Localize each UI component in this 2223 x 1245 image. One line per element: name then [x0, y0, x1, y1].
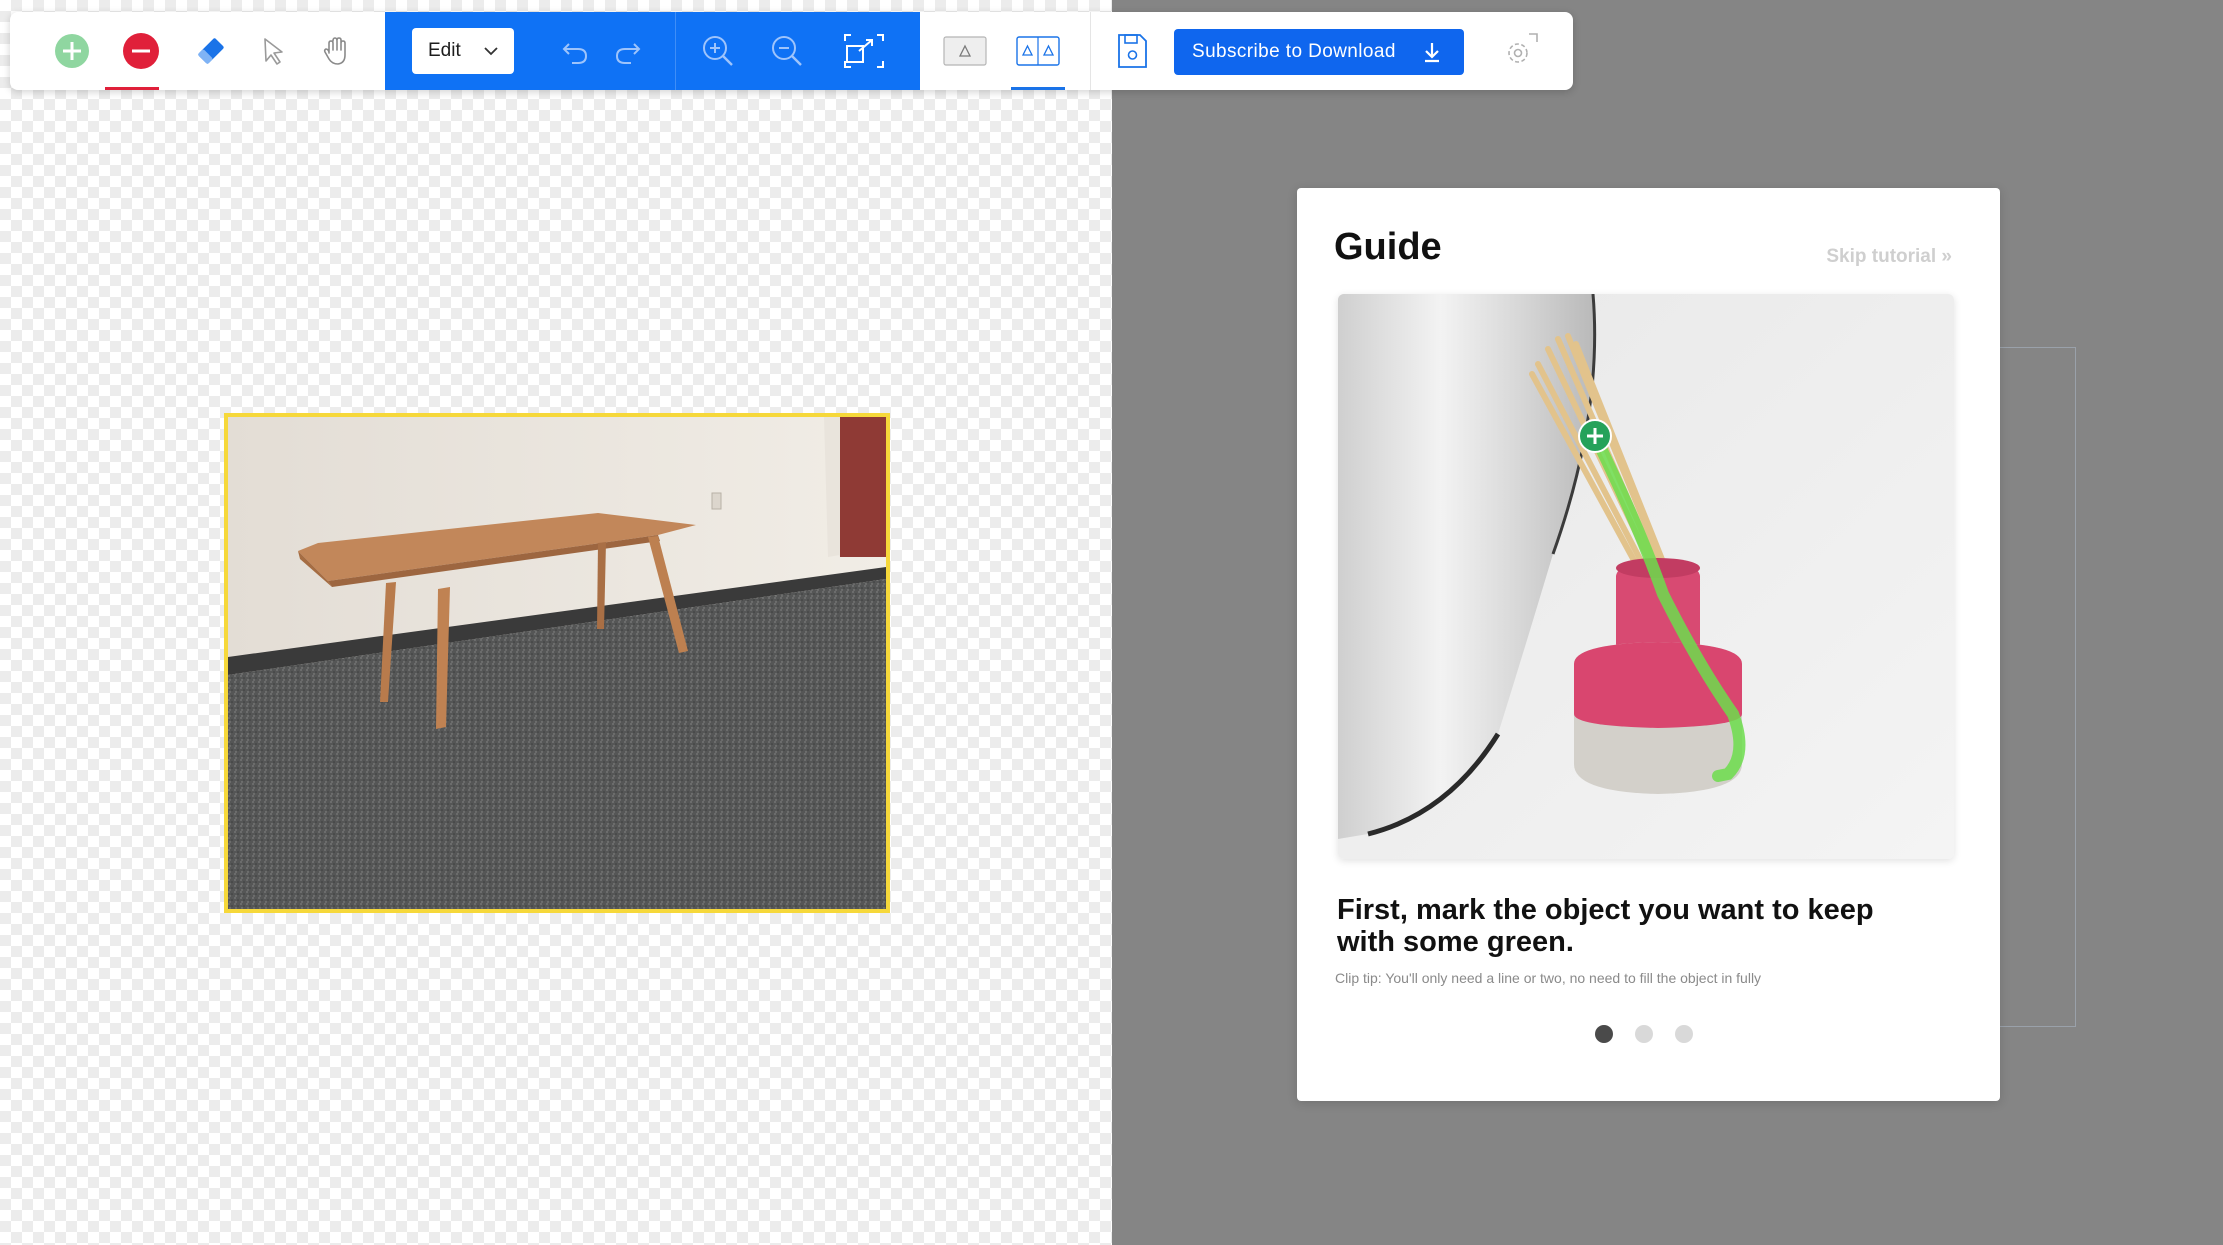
remove-mark-button[interactable] — [116, 26, 166, 76]
skip-tutorial-link[interactable]: Skip tutorial » — [1826, 246, 1952, 268]
zoom-out-icon — [772, 36, 802, 66]
download-icon — [1425, 43, 1439, 63]
plus-circle-icon — [55, 34, 89, 68]
group-divider — [675, 12, 676, 90]
source-image[interactable] — [224, 413, 890, 913]
edit-mode-select[interactable]: Edit — [412, 28, 514, 74]
table-photo — [228, 417, 886, 909]
toolbar: Edit Subscribe to Download — [10, 12, 1573, 90]
subscribe-download-button[interactable]: Subscribe to Download — [1174, 29, 1464, 75]
gear-icon — [1508, 33, 1538, 63]
eraser-icon — [198, 38, 224, 64]
edit-controls-group: Edit — [385, 12, 920, 90]
step-indicator — [1595, 1025, 1693, 1043]
guide-dialog: Guide Skip tutorial » First, mark the ob… — [1297, 188, 2000, 1101]
preview-frame-outline — [1990, 347, 2076, 1027]
step-dot-2[interactable] — [1635, 1025, 1653, 1043]
hand-icon — [323, 37, 346, 65]
active-view-indicator — [1011, 87, 1065, 90]
guide-illustration — [1338, 294, 1954, 859]
fit-screen-icon — [844, 34, 884, 68]
chevron-down-icon — [484, 47, 498, 56]
settings-button[interactable] — [1496, 26, 1546, 76]
guide-heading: First, mark the object you want to keep … — [1337, 894, 1874, 958]
single-view-button[interactable] — [940, 26, 990, 76]
eraser-button[interactable] — [186, 26, 236, 76]
double-triangle-icon — [1016, 36, 1060, 66]
step-dot-1[interactable] — [1595, 1025, 1613, 1043]
single-triangle-icon — [943, 36, 987, 66]
toolbar-divider — [1090, 12, 1091, 90]
subscribe-label: Subscribe to Download — [1192, 41, 1396, 62]
cursor-arrow-icon — [264, 38, 283, 65]
step-dot-3[interactable] — [1675, 1025, 1693, 1043]
redo-button[interactable] — [603, 26, 653, 76]
guide-title: Guide — [1334, 226, 1442, 268]
undo-button[interactable] — [550, 26, 600, 76]
save-button[interactable] — [1107, 26, 1157, 76]
pan-tool-button[interactable] — [312, 26, 362, 76]
zoom-in-button[interactable] — [693, 26, 743, 76]
zoom-in-icon — [703, 36, 733, 66]
undo-icon — [562, 43, 588, 64]
minus-circle-icon — [123, 33, 159, 69]
zoom-out-button[interactable] — [762, 26, 812, 76]
select-tool-button[interactable] — [250, 26, 300, 76]
redo-icon — [615, 43, 641, 64]
edit-mode-label: Edit — [428, 40, 461, 61]
fit-to-screen-button[interactable] — [839, 26, 889, 76]
save-file-icon — [1118, 34, 1147, 68]
guide-tip: Clip tip: You'll only need a line or two… — [1335, 970, 1762, 986]
active-tool-indicator — [105, 87, 159, 90]
vase-with-sticks-image — [1338, 294, 1954, 859]
split-view-button[interactable] — [1013, 26, 1063, 76]
add-mark-button[interactable] — [47, 26, 97, 76]
